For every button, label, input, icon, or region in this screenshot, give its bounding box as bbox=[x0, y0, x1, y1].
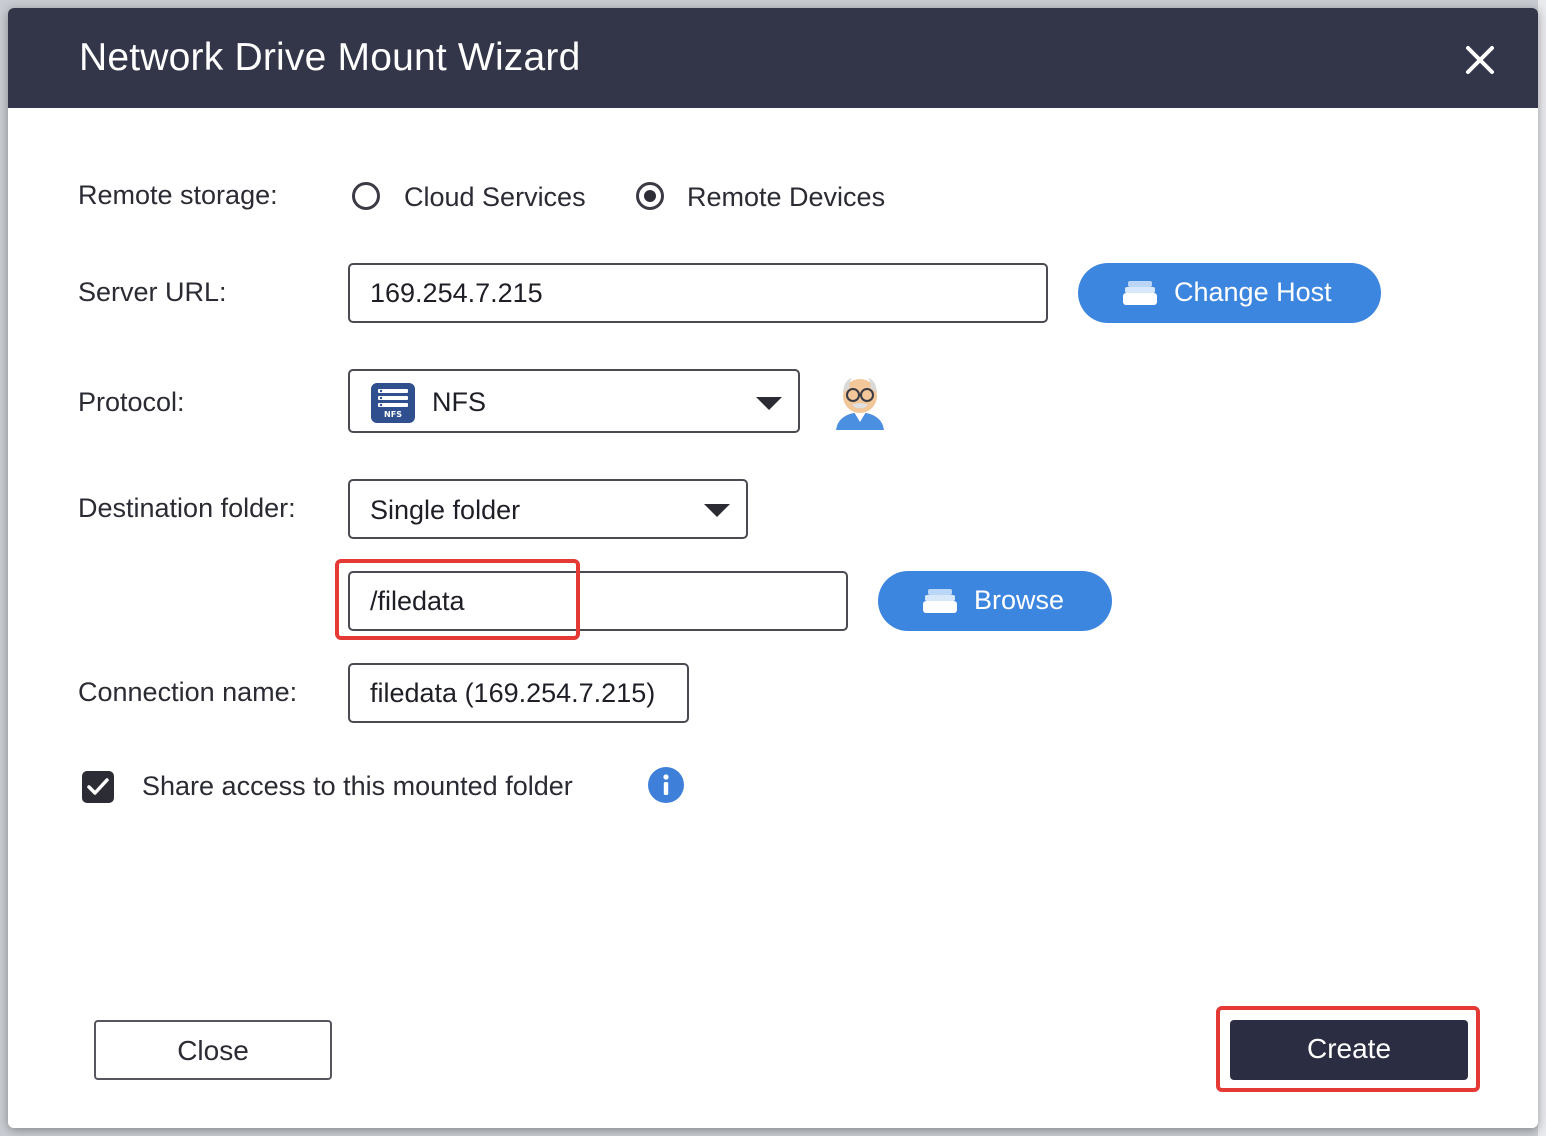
connection-name-input[interactable] bbox=[348, 663, 689, 723]
destination-path-input[interactable] bbox=[348, 571, 848, 631]
create-button[interactable]: Create bbox=[1230, 1020, 1468, 1080]
remote-storage-label: Remote storage: bbox=[78, 180, 278, 210]
browse-button[interactable]: Browse bbox=[878, 571, 1112, 631]
folder-stack-icon bbox=[922, 587, 958, 622]
destination-mode-value: Single folder bbox=[370, 495, 521, 525]
change-host-button[interactable]: Change Host bbox=[1078, 263, 1381, 323]
browse-label: Browse bbox=[974, 585, 1065, 615]
backdrop-strip bbox=[1538, 0, 1546, 1136]
nfs-server-icon: NFS bbox=[370, 382, 416, 429]
radio-remote-devices-label[interactable]: Remote Devices bbox=[687, 180, 885, 214]
info-icon[interactable] bbox=[648, 767, 684, 803]
destination-folder-label: Destination folder: bbox=[78, 493, 296, 523]
help-assistant-icon[interactable] bbox=[830, 370, 890, 432]
protocol-selected-value: NFS bbox=[432, 387, 486, 417]
share-access-label[interactable]: Share access to this mounted folder bbox=[142, 769, 573, 803]
mount-wizard-dialog: Network Drive Mount Wizard Remote storag… bbox=[8, 8, 1538, 1128]
share-access-checkbox[interactable] bbox=[82, 771, 114, 803]
close-icon[interactable] bbox=[1458, 38, 1502, 82]
destination-mode-select[interactable]: Single folder bbox=[348, 479, 748, 539]
radio-cloud-services[interactable] bbox=[352, 182, 380, 210]
protocol-label: Protocol: bbox=[78, 387, 185, 417]
chevron-down-icon bbox=[704, 504, 730, 517]
nfs-icon-badge: NFS bbox=[384, 410, 402, 419]
close-button[interactable]: Close bbox=[94, 1020, 332, 1080]
host-icon bbox=[1122, 279, 1158, 314]
server-url-label: Server URL: bbox=[78, 277, 227, 307]
protocol-select[interactable]: NFS NFS bbox=[348, 369, 800, 433]
radio-remote-devices[interactable] bbox=[636, 182, 664, 210]
chevron-down-icon bbox=[756, 397, 782, 410]
server-url-input[interactable] bbox=[348, 263, 1048, 323]
dialog-title: Network Drive Mount Wizard bbox=[79, 36, 581, 79]
radio-cloud-services-label[interactable]: Cloud Services bbox=[404, 180, 586, 214]
change-host-label: Change Host bbox=[1174, 277, 1332, 307]
connection-name-label: Connection name: bbox=[78, 677, 298, 707]
dialog-titlebar: Network Drive Mount Wizard bbox=[8, 8, 1538, 108]
